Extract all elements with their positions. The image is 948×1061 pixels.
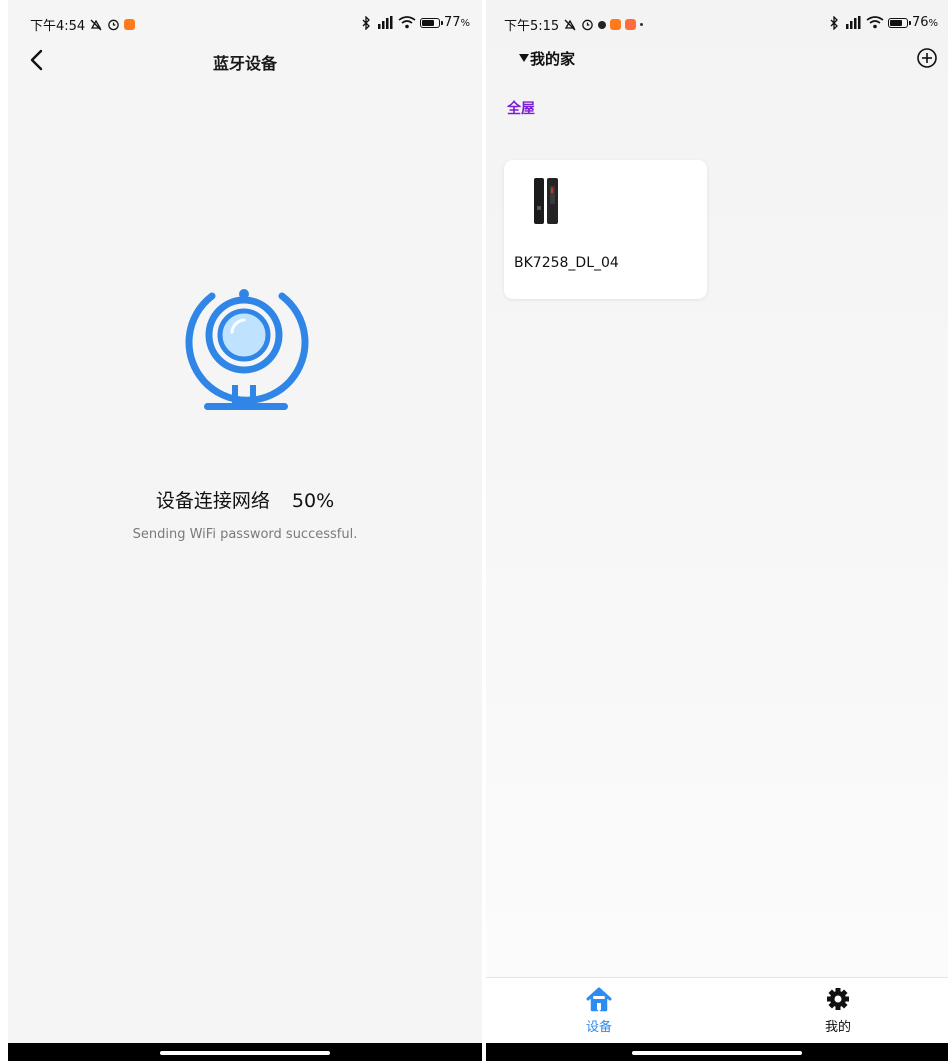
device-card[interactable]: BK7258_DL_04 <box>504 160 707 299</box>
device-name: BK7258_DL_04 <box>514 255 619 271</box>
app-notification-icon <box>124 19 136 30</box>
tab-mine[interactable]: 我的 <box>798 986 878 1035</box>
signal-icon <box>845 16 861 29</box>
wifi-icon <box>866 16 884 29</box>
home-indicator[interactable] <box>160 1051 330 1055</box>
add-device-button[interactable] <box>916 47 938 69</box>
tab-devices-label: 设备 <box>585 1020 612 1035</box>
system-nav-bar <box>8 1043 482 1061</box>
room-tab-all[interactable]: 全屋 <box>507 98 535 118</box>
gear-icon <box>827 988 849 1010</box>
smart-lock-device-image <box>534 178 558 224</box>
bluetooth-icon <box>830 15 838 30</box>
home-indicator[interactable] <box>632 1051 802 1055</box>
page-title: 蓝牙设备 <box>212 54 277 73</box>
silent-icon <box>90 19 102 30</box>
progress-percent: 50% <box>291 490 335 512</box>
battery-percent: 76% <box>911 15 938 30</box>
app-notification-icon <box>610 19 622 30</box>
signal-icon <box>377 16 393 29</box>
home-selector[interactable]: 我的家 <box>518 48 575 69</box>
nav-header: 蓝牙设备 <box>8 40 482 80</box>
app-notification-icon <box>625 19 637 30</box>
system-nav-bar <box>486 1043 948 1061</box>
alarm-icon <box>108 19 119 31</box>
status-time: 下午4:54 <box>30 19 86 34</box>
battery-icon <box>887 17 911 28</box>
silent-icon <box>564 19 576 30</box>
webcam-icon <box>185 289 309 410</box>
wifi-icon <box>398 16 416 29</box>
bluetooth-device-screen: 下午4:54 77% 蓝牙设备 设备连接网络 50% Sending WiFi … <box>8 0 482 1061</box>
status-bar: 下午4:54 77% <box>8 0 482 38</box>
triangle-down-icon <box>519 54 529 62</box>
home-icon <box>586 987 612 1012</box>
status-bar: 下午5:15 76% <box>486 0 948 38</box>
home-name: 我的家 <box>530 50 576 68</box>
tab-mine-label: 我的 <box>824 1020 851 1035</box>
bottom-tab-bar: 设备 我的 <box>486 977 948 1043</box>
more-notifications-icon <box>640 23 644 26</box>
status-time: 下午5:15 <box>504 19 560 34</box>
add-circle-icon <box>917 48 937 68</box>
battery-icon <box>419 17 443 28</box>
progress-label: 设备连接网络 <box>155 490 270 512</box>
battery-percent: 77% <box>443 15 470 30</box>
progress-status-text: Sending WiFi password successful. <box>132 527 358 542</box>
alarm-icon <box>582 19 593 31</box>
tab-devices[interactable]: 设备 <box>559 986 639 1035</box>
connection-progress: 设备连接网络 50% Sending WiFi password successf… <box>8 486 482 542</box>
recording-dot-icon <box>598 20 607 29</box>
my-home-screen: 下午5:15 76% 我的家 全屋 BK7258_DL_04 设备 我的 <box>486 0 948 1061</box>
bluetooth-icon <box>362 15 370 30</box>
